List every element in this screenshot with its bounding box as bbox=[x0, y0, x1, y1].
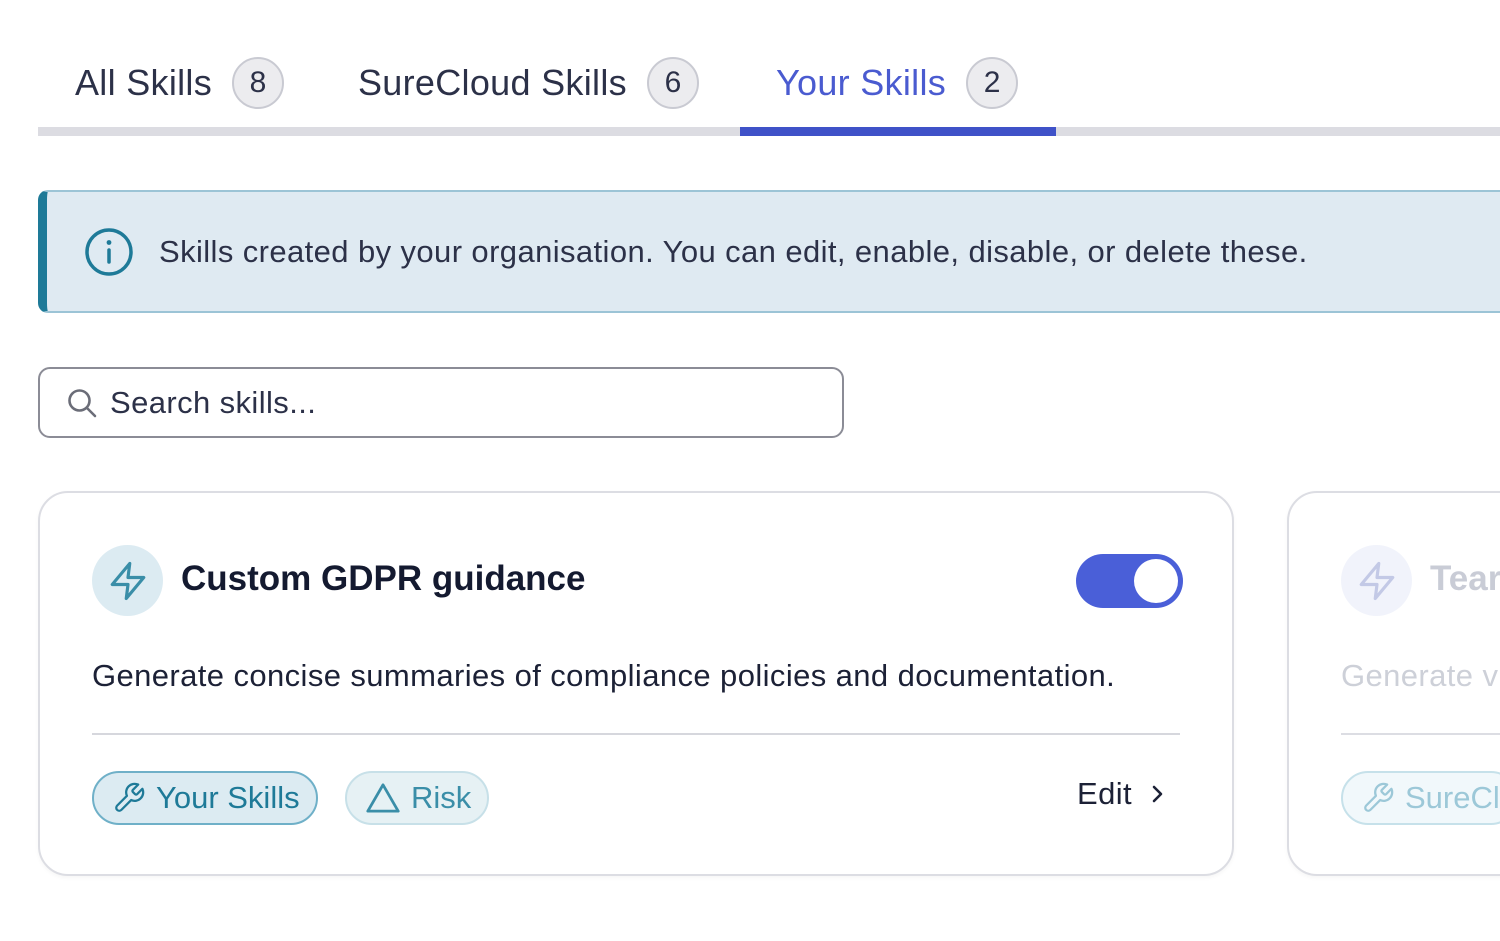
chevron-right-icon bbox=[1152, 785, 1163, 803]
tab-your-skills[interactable]: Your Skills 2 bbox=[776, 56, 1019, 110]
tag-label: Your Skills bbox=[156, 780, 300, 815]
edit-skill-link[interactable]: Edit bbox=[1077, 776, 1166, 812]
banner-message: Skills created by your organisation. You… bbox=[159, 233, 1308, 269]
skill-title: Tear bbox=[1430, 559, 1500, 598]
skill-card: Custom GDPR guidance Generate concise su… bbox=[38, 491, 1234, 876]
wrench-icon bbox=[115, 782, 145, 812]
tab-label: All Skills bbox=[75, 62, 213, 103]
toggle-knob bbox=[1134, 559, 1178, 603]
edit-label: Edit bbox=[1077, 776, 1133, 811]
active-tab-indicator bbox=[740, 127, 1056, 136]
tag-surecloud-skills[interactable]: SureCl bbox=[1341, 771, 1500, 825]
tag-label: SureCl bbox=[1405, 780, 1500, 815]
skill-title: Custom GDPR guidance bbox=[181, 559, 586, 598]
card-divider bbox=[1341, 733, 1500, 735]
search-box[interactable] bbox=[38, 367, 844, 438]
wrench-icon bbox=[1364, 782, 1394, 812]
tag-risk[interactable]: Risk bbox=[345, 771, 490, 825]
skill-icon-badge bbox=[92, 545, 163, 616]
lightning-icon bbox=[1359, 561, 1394, 600]
search-input[interactable] bbox=[110, 384, 810, 421]
triangle-icon bbox=[366, 783, 400, 813]
tag-your-skills[interactable]: Your Skills bbox=[92, 771, 318, 825]
search-icon bbox=[68, 388, 97, 417]
tab-count-badge: 6 bbox=[646, 57, 699, 109]
tab-count-badge: 8 bbox=[232, 57, 285, 109]
skills-tabs: All Skills 8 SureCloud Skills 6 Your Ski… bbox=[38, 0, 1500, 136]
skill-description: Generate concise summaries of compliance… bbox=[92, 658, 1116, 693]
tab-count-badge: 2 bbox=[966, 57, 1019, 109]
skill-enabled-toggle[interactable] bbox=[1076, 554, 1183, 608]
tag-label: Risk bbox=[411, 780, 472, 815]
tab-label: SureCloud Skills bbox=[358, 62, 627, 103]
skill-icon-badge bbox=[1341, 545, 1412, 616]
tab-surecloud-skills[interactable]: SureCloud Skills 6 bbox=[358, 56, 699, 110]
info-icon bbox=[85, 227, 133, 276]
card-divider bbox=[92, 733, 1180, 735]
skill-card: Tear Generate v SureCl bbox=[1287, 491, 1500, 876]
lightning-icon bbox=[110, 561, 145, 600]
tab-label: Your Skills bbox=[776, 62, 947, 103]
info-banner: Skills created by your organisation. You… bbox=[38, 190, 1500, 313]
skill-description: Generate v bbox=[1341, 658, 1499, 693]
tab-all-skills[interactable]: All Skills 8 bbox=[75, 56, 285, 110]
